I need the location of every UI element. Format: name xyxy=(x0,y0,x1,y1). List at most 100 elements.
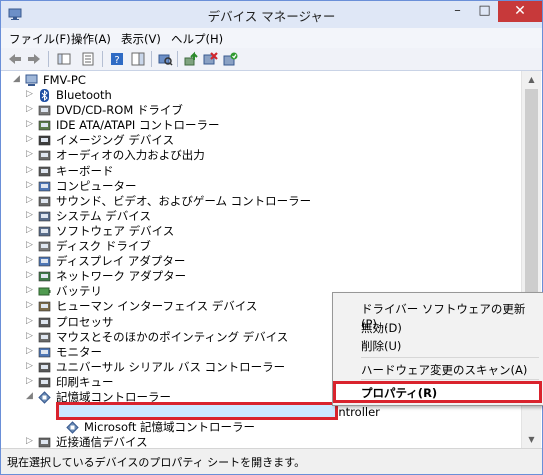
bluetooth-icon xyxy=(40,89,49,102)
expand-arrow-icon[interactable]: ▷ xyxy=(26,210,33,220)
toolbar: ? xyxy=(1,48,542,71)
ctx-scan-hardware[interactable]: ハードウェア変更のスキャン(A) xyxy=(361,362,527,378)
scroll-down-arrow-icon[interactable]: ▼ xyxy=(522,431,541,448)
tree-item-label: システム デバイス xyxy=(56,208,151,223)
display-adapter-icon xyxy=(38,256,51,267)
tree-item-label: マウスとそのほかのポインティング デバイス xyxy=(56,329,289,344)
tree-item[interactable]: ▷ コンピューター xyxy=(6,179,506,194)
tree-item[interactable]: ▷ DVD/CD-ROM ドライブ xyxy=(6,103,506,118)
sound-icon xyxy=(38,196,51,206)
ctx-separator xyxy=(361,379,539,380)
tree-item[interactable]: ▷ ディスク ドライブ xyxy=(6,239,506,254)
tree-item-label: ディスプレイ アダプター xyxy=(56,254,186,269)
collapse-arrow-icon[interactable]: ◢ xyxy=(26,391,33,401)
expand-arrow-icon[interactable]: ▷ xyxy=(26,270,33,280)
expand-arrow-icon[interactable]: ▷ xyxy=(26,300,33,310)
camera-icon xyxy=(38,135,51,146)
minimize-button[interactable]: – xyxy=(444,1,471,22)
expand-arrow-icon[interactable]: ▷ xyxy=(26,346,33,356)
collapse-arrow-icon[interactable]: ◢ xyxy=(13,74,20,84)
toolbar-divider xyxy=(102,51,103,67)
tree-item[interactable]: ▷ 近接通信デバイス xyxy=(6,435,506,448)
enable-device-icon[interactable] xyxy=(222,51,238,67)
menu-action[interactable]: 操作(A) xyxy=(71,31,111,47)
action-pane-icon[interactable] xyxy=(130,51,146,67)
tree-item-label: プロセッサ xyxy=(56,314,114,329)
tree-item-label: ヒューマン インターフェイス デバイス xyxy=(56,299,258,314)
tree-item-label: ディスク ドライブ xyxy=(56,239,151,253)
expand-arrow-icon[interactable]: ▷ xyxy=(26,165,33,175)
network-adapter-icon xyxy=(38,271,51,282)
title-bar[interactable]: デバイス マネージャー – □ ✕ xyxy=(1,1,542,28)
expand-arrow-icon[interactable]: ▷ xyxy=(26,331,33,341)
update-driver-icon[interactable] xyxy=(183,51,199,67)
ctx-properties[interactable]: プロパティ(R) xyxy=(361,385,437,401)
tree-item-label: イメージング デバイス xyxy=(56,133,175,148)
status-text: 現在選択しているデバイスのプロパティ シートを開きます。 xyxy=(7,456,306,469)
tree-root[interactable]: ◢ FMV-PC xyxy=(11,73,211,88)
tree-item-label: ネットワーク アダプター xyxy=(56,269,187,284)
menu-file[interactable]: ファイル(F) xyxy=(9,31,71,47)
tree-item-label: コンピューター xyxy=(56,178,137,193)
ctx-separator xyxy=(361,357,539,358)
menu-help[interactable]: ヘルプ(H) xyxy=(171,31,223,47)
tree-item[interactable]: ▷ Bluetooth xyxy=(6,88,506,103)
tree-item-label: Bluetooth xyxy=(56,88,112,102)
show-hide-console-tree-icon[interactable] xyxy=(56,51,72,67)
expand-arrow-icon[interactable]: ▷ xyxy=(26,134,33,144)
keyboard-icon xyxy=(38,166,51,176)
tree-item[interactable]: ▷ ディスプレイ アダプター xyxy=(6,254,506,269)
properties-sheet-icon[interactable] xyxy=(80,51,96,67)
status-bar: 現在選択しているデバイスのプロパティ シートを開きます。 xyxy=(1,448,542,474)
ctx-disable[interactable]: 無効(D) xyxy=(361,320,402,336)
expand-arrow-icon[interactable]: ▷ xyxy=(26,285,33,295)
tree-child-item[interactable]: Microsoft 記憶域コントローラー xyxy=(6,420,506,435)
tree-item-label: オーディオの入力および出力 xyxy=(56,148,205,163)
monitor-icon xyxy=(38,347,51,357)
tree-item[interactable]: ▷ ネットワーク アダプター xyxy=(6,269,506,284)
back-arrow-icon[interactable] xyxy=(7,51,23,67)
expand-arrow-icon[interactable]: ▷ xyxy=(26,180,33,190)
expand-arrow-icon[interactable]: ▷ xyxy=(26,436,33,446)
expand-arrow-icon[interactable]: ▷ xyxy=(26,376,33,386)
proximity-device-icon xyxy=(38,437,51,448)
scroll-up-arrow-icon[interactable]: ▲ xyxy=(522,71,541,88)
toolbar-divider xyxy=(48,51,49,67)
expand-arrow-icon[interactable]: ▷ xyxy=(26,195,33,205)
ctx-uninstall[interactable]: 削除(U) xyxy=(361,338,401,354)
expand-arrow-icon[interactable]: ▷ xyxy=(26,104,33,114)
maximize-button[interactable]: □ xyxy=(471,1,498,22)
processor-icon xyxy=(38,317,51,327)
expand-arrow-icon[interactable]: ▷ xyxy=(26,89,33,99)
expand-arrow-icon[interactable]: ▷ xyxy=(26,225,33,235)
software-device-icon xyxy=(38,226,51,237)
expand-arrow-icon[interactable]: ▷ xyxy=(26,316,33,326)
expand-arrow-icon[interactable]: ▷ xyxy=(26,255,33,265)
menu-view[interactable]: 表示(V) xyxy=(121,31,161,47)
tree-root-label: FMV-PC xyxy=(43,73,86,87)
printer-icon xyxy=(38,377,51,388)
expand-arrow-icon[interactable]: ▷ xyxy=(26,361,33,371)
help-icon[interactable]: ? xyxy=(109,51,125,67)
scan-hardware-icon[interactable] xyxy=(157,51,173,67)
expand-arrow-icon[interactable]: ▷ xyxy=(26,149,33,159)
tree-item[interactable]: ▷ キーボード xyxy=(6,164,506,179)
tree-item[interactable]: ▷ サウンド、ビデオ、およびゲーム コントローラー xyxy=(6,194,506,209)
forward-arrow-icon[interactable] xyxy=(26,51,42,67)
tree-item-label: DVD/CD-ROM ドライブ xyxy=(56,103,183,118)
optical-drive-icon xyxy=(38,105,51,116)
close-button[interactable]: ✕ xyxy=(498,1,542,22)
tree-item-label: キーボード xyxy=(56,163,114,178)
tree-item-label: サウンド、ビデオ、およびゲーム コントローラー xyxy=(56,193,312,208)
battery-icon xyxy=(38,287,51,296)
hid-icon xyxy=(38,302,51,312)
tree-item[interactable]: ▷ ソフトウェア デバイス xyxy=(6,224,506,239)
expand-arrow-icon[interactable]: ▷ xyxy=(26,240,33,250)
tree-item[interactable]: ▷ IDE ATA/ATAPI コントローラー xyxy=(6,118,506,133)
tree-item[interactable]: ▷ システム デバイス xyxy=(6,209,506,224)
tree-item[interactable]: ▷ オーディオの入力および出力 xyxy=(6,148,506,163)
computer-icon xyxy=(38,181,51,191)
uninstall-device-icon[interactable] xyxy=(202,51,218,67)
tree-item[interactable]: ▷ イメージング デバイス xyxy=(6,133,506,148)
expand-arrow-icon[interactable]: ▷ xyxy=(26,119,33,129)
